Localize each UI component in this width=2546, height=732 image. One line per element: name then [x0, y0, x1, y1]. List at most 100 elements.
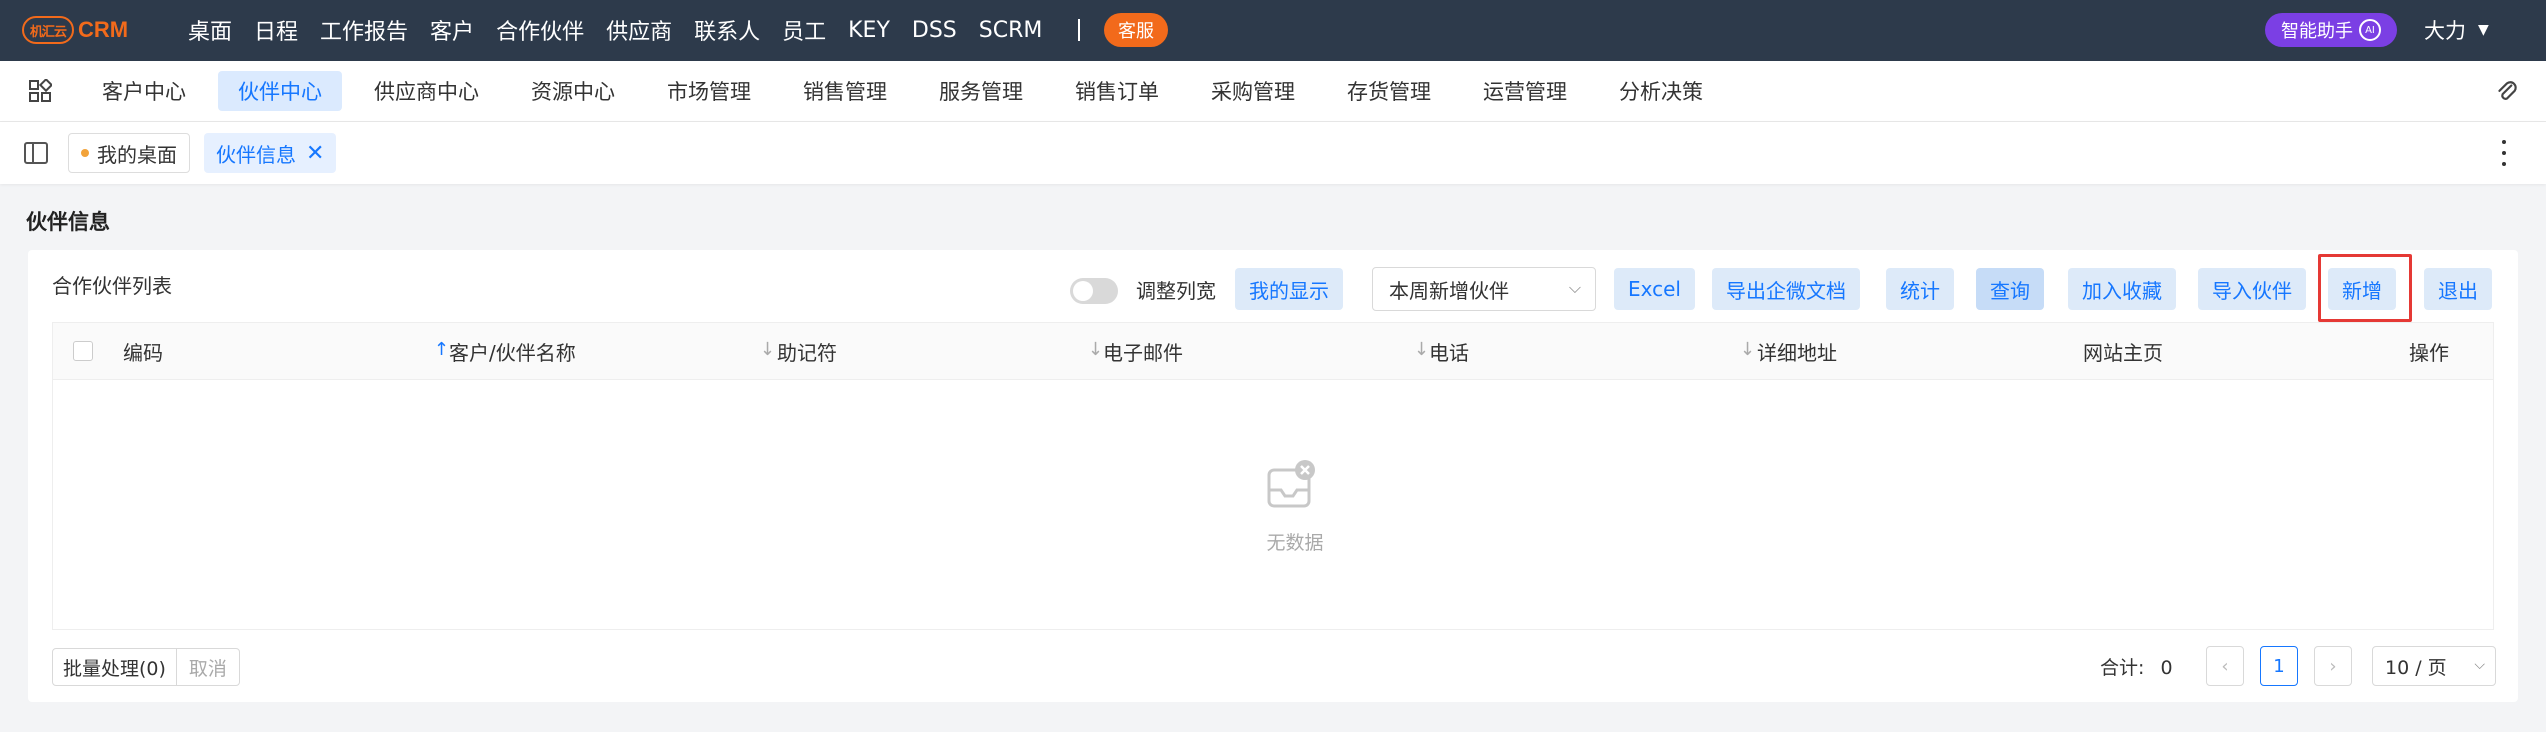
page-size-value: 10 / 页 — [2385, 656, 2447, 679]
table-header: 编码 ↑ 客户/伙伴名称 ↓ 助记符 ↓ 电子邮件 ↓ 电话 ↓ 详细地址 网站… — [52, 322, 2494, 380]
column-mnemonic[interactable]: 助记符 ↓ — [777, 323, 1103, 379]
import-partner-button[interactable]: 导入伙伴 — [2198, 268, 2306, 310]
nav-divider — [1078, 19, 1081, 41]
module-marketing[interactable]: 市场管理 — [647, 71, 771, 111]
column-partner-name[interactable]: 客户/伙伴名称 ↓ — [449, 323, 775, 379]
module-operations[interactable]: 运营管理 — [1463, 71, 1587, 111]
topnav-scrm[interactable]: SCRM — [979, 18, 1043, 43]
module-purchase[interactable]: 采购管理 — [1191, 71, 1315, 111]
add-to-favorites-button[interactable]: 加入收藏 — [2068, 268, 2176, 310]
column-mnemonic-label: 助记符 — [777, 340, 837, 365]
topnav-key[interactable]: KEY — [848, 18, 890, 43]
chevron-down-icon: ⌵ — [2474, 657, 2485, 673]
batch-cancel-button[interactable]: 取消 — [177, 649, 239, 685]
empty-text: 无数据 — [1266, 532, 1324, 554]
topnav-supplier[interactable]: 供应商 — [606, 14, 672, 46]
module-customer-center[interactable]: 客户中心 — [82, 71, 206, 111]
close-icon[interactable]: ✕ — [306, 141, 324, 166]
column-actions-label: 操作 — [2409, 340, 2449, 365]
column-code[interactable]: 编码 ↑ — [123, 323, 449, 379]
topnav-schedule[interactable]: 日程 — [254, 14, 298, 46]
query-button[interactable]: 查询 — [1976, 268, 2044, 310]
card-title: 合作伙伴列表 — [52, 274, 172, 298]
column-code-label: 编码 — [123, 340, 163, 365]
sort-down-icon[interactable]: ↓ — [760, 339, 775, 360]
topnav-employee[interactable]: 员工 — [782, 14, 826, 46]
user-name: 大力 — [2424, 19, 2466, 43]
sort-up-icon[interactable]: ↑ — [434, 339, 449, 360]
tab-partner-info-label: 伙伴信息 — [216, 142, 296, 167]
sort-down-icon[interactable]: ↓ — [1088, 339, 1103, 360]
app-grid-icon[interactable] — [28, 79, 52, 103]
export-wecom-doc-button[interactable]: 导出企微文档 — [1712, 268, 1860, 310]
module-partner-center[interactable]: 伙伴中心 — [218, 71, 342, 111]
column-website-label: 网站主页 — [2083, 340, 2163, 365]
statistics-button[interactable]: 统计 — [1886, 268, 1954, 310]
tab-dot-icon — [81, 149, 89, 157]
module-list: 客户中心 伙伴中心 供应商中心 资源中心 市场管理 销售管理 服务管理 销售订单… — [82, 71, 1735, 111]
table-body: 无数据 — [52, 380, 2494, 630]
select-all-checkbox[interactable] — [73, 341, 93, 361]
topnav-dss[interactable]: DSS — [912, 18, 957, 43]
topnav-desktop[interactable]: 桌面 — [188, 14, 232, 46]
highlight-box — [2318, 254, 2412, 322]
tab-bar: 我的桌面 伙伴信息 ✕ — [0, 122, 2546, 184]
page-size-select[interactable]: 10 / 页 ⌵ — [2372, 646, 2496, 686]
sort-down-icon[interactable]: ↓ — [1414, 339, 1429, 360]
tab-partner-info[interactable]: 伙伴信息 ✕ — [204, 133, 337, 173]
module-resource-center[interactable]: 资源中心 — [511, 71, 635, 111]
column-address-label: 详细地址 — [1757, 340, 1837, 365]
column-website: 网站主页 — [2083, 323, 2283, 379]
brand-logo[interactable]: 机汇云 CRM — [22, 15, 128, 45]
column-phone[interactable]: 电话 ↓ — [1429, 323, 1755, 379]
total-label: 合计: — [2100, 657, 2145, 679]
batch-process-button[interactable]: 批量处理(0) — [53, 649, 177, 685]
module-inventory[interactable]: 存货管理 — [1327, 71, 1451, 111]
topnav-partner[interactable]: 合作伙伴 — [496, 14, 584, 46]
chevron-down-icon: ⌵ — [1568, 278, 1581, 297]
excel-button[interactable]: Excel — [1614, 268, 1695, 310]
partner-list-card: 合作伙伴列表 调整列宽 我的显示 本周新增伙伴 ⌵ Excel 导出企微文档 统… — [28, 250, 2518, 702]
column-address: 详细地址 — [1757, 323, 2057, 379]
column-phone-label: 电话 — [1429, 340, 1469, 365]
topnav-contacts[interactable]: 联系人 — [694, 14, 760, 46]
logo-text: CRM — [78, 17, 129, 42]
module-service[interactable]: 服务管理 — [919, 71, 1043, 111]
module-sales[interactable]: 销售管理 — [783, 71, 907, 111]
batch-action-group: 批量处理(0) 取消 — [52, 648, 240, 686]
topnav-customer[interactable]: 客户 — [430, 14, 474, 46]
next-page-button[interactable]: › — [2314, 646, 2352, 686]
ai-assistant-button[interactable]: 智能助手 AI — [2265, 13, 2397, 47]
tab-my-desktop[interactable]: 我的桌面 — [68, 133, 190, 173]
column-width-toggle[interactable] — [1070, 278, 1118, 304]
prev-page-button[interactable]: ‹ — [2206, 646, 2244, 686]
empty-inbox-icon — [1267, 460, 1315, 508]
topnav-work-report[interactable]: 工作报告 — [320, 14, 408, 46]
filter-select-value: 本周新增伙伴 — [1389, 278, 1509, 303]
total-value: 0 — [2160, 657, 2173, 679]
paperclip-icon[interactable] — [2494, 79, 2520, 105]
total-count: 合计: 0 — [2100, 653, 2173, 680]
exit-button[interactable]: 退出 — [2424, 268, 2492, 310]
filter-select[interactable]: 本周新增伙伴 ⌵ — [1372, 267, 1596, 311]
module-sales-order[interactable]: 销售订单 — [1055, 71, 1179, 111]
column-email-label: 电子邮件 — [1103, 340, 1183, 365]
support-button[interactable]: 客服 — [1104, 13, 1168, 47]
user-menu[interactable]: 大力 ▼ — [2424, 15, 2489, 45]
more-vertical-icon[interactable] — [2500, 140, 2508, 166]
page-button-current[interactable]: 1 — [2260, 646, 2298, 686]
my-display-button[interactable]: 我的显示 — [1235, 268, 1343, 310]
chevron-down-icon: ▼ — [2478, 22, 2489, 38]
chevron-left-icon: ‹ — [2221, 655, 2229, 677]
top-navigation-bar: 机汇云 CRM 桌面 日程 工作报告 客户 合作伙伴 供应商 联系人 员工 KE… — [0, 0, 2546, 61]
ai-assistant-label: 智能助手 — [2281, 21, 2353, 42]
chevron-right-icon: › — [2329, 655, 2337, 677]
sort-down-icon[interactable]: ↓ — [1740, 339, 1755, 360]
column-email[interactable]: 电子邮件 ↓ — [1103, 323, 1429, 379]
sidebar-toggle-icon[interactable] — [24, 142, 48, 164]
column-width-toggle-label: 调整列宽 — [1136, 279, 1216, 303]
top-nav: 桌面 日程 工作报告 客户 合作伙伴 供应商 联系人 员工 KEY DSS SC… — [188, 15, 1114, 45]
module-analytics[interactable]: 分析决策 — [1599, 71, 1723, 111]
module-supplier-center[interactable]: 供应商中心 — [354, 71, 499, 111]
logo-badge: 机汇云 — [22, 16, 74, 44]
